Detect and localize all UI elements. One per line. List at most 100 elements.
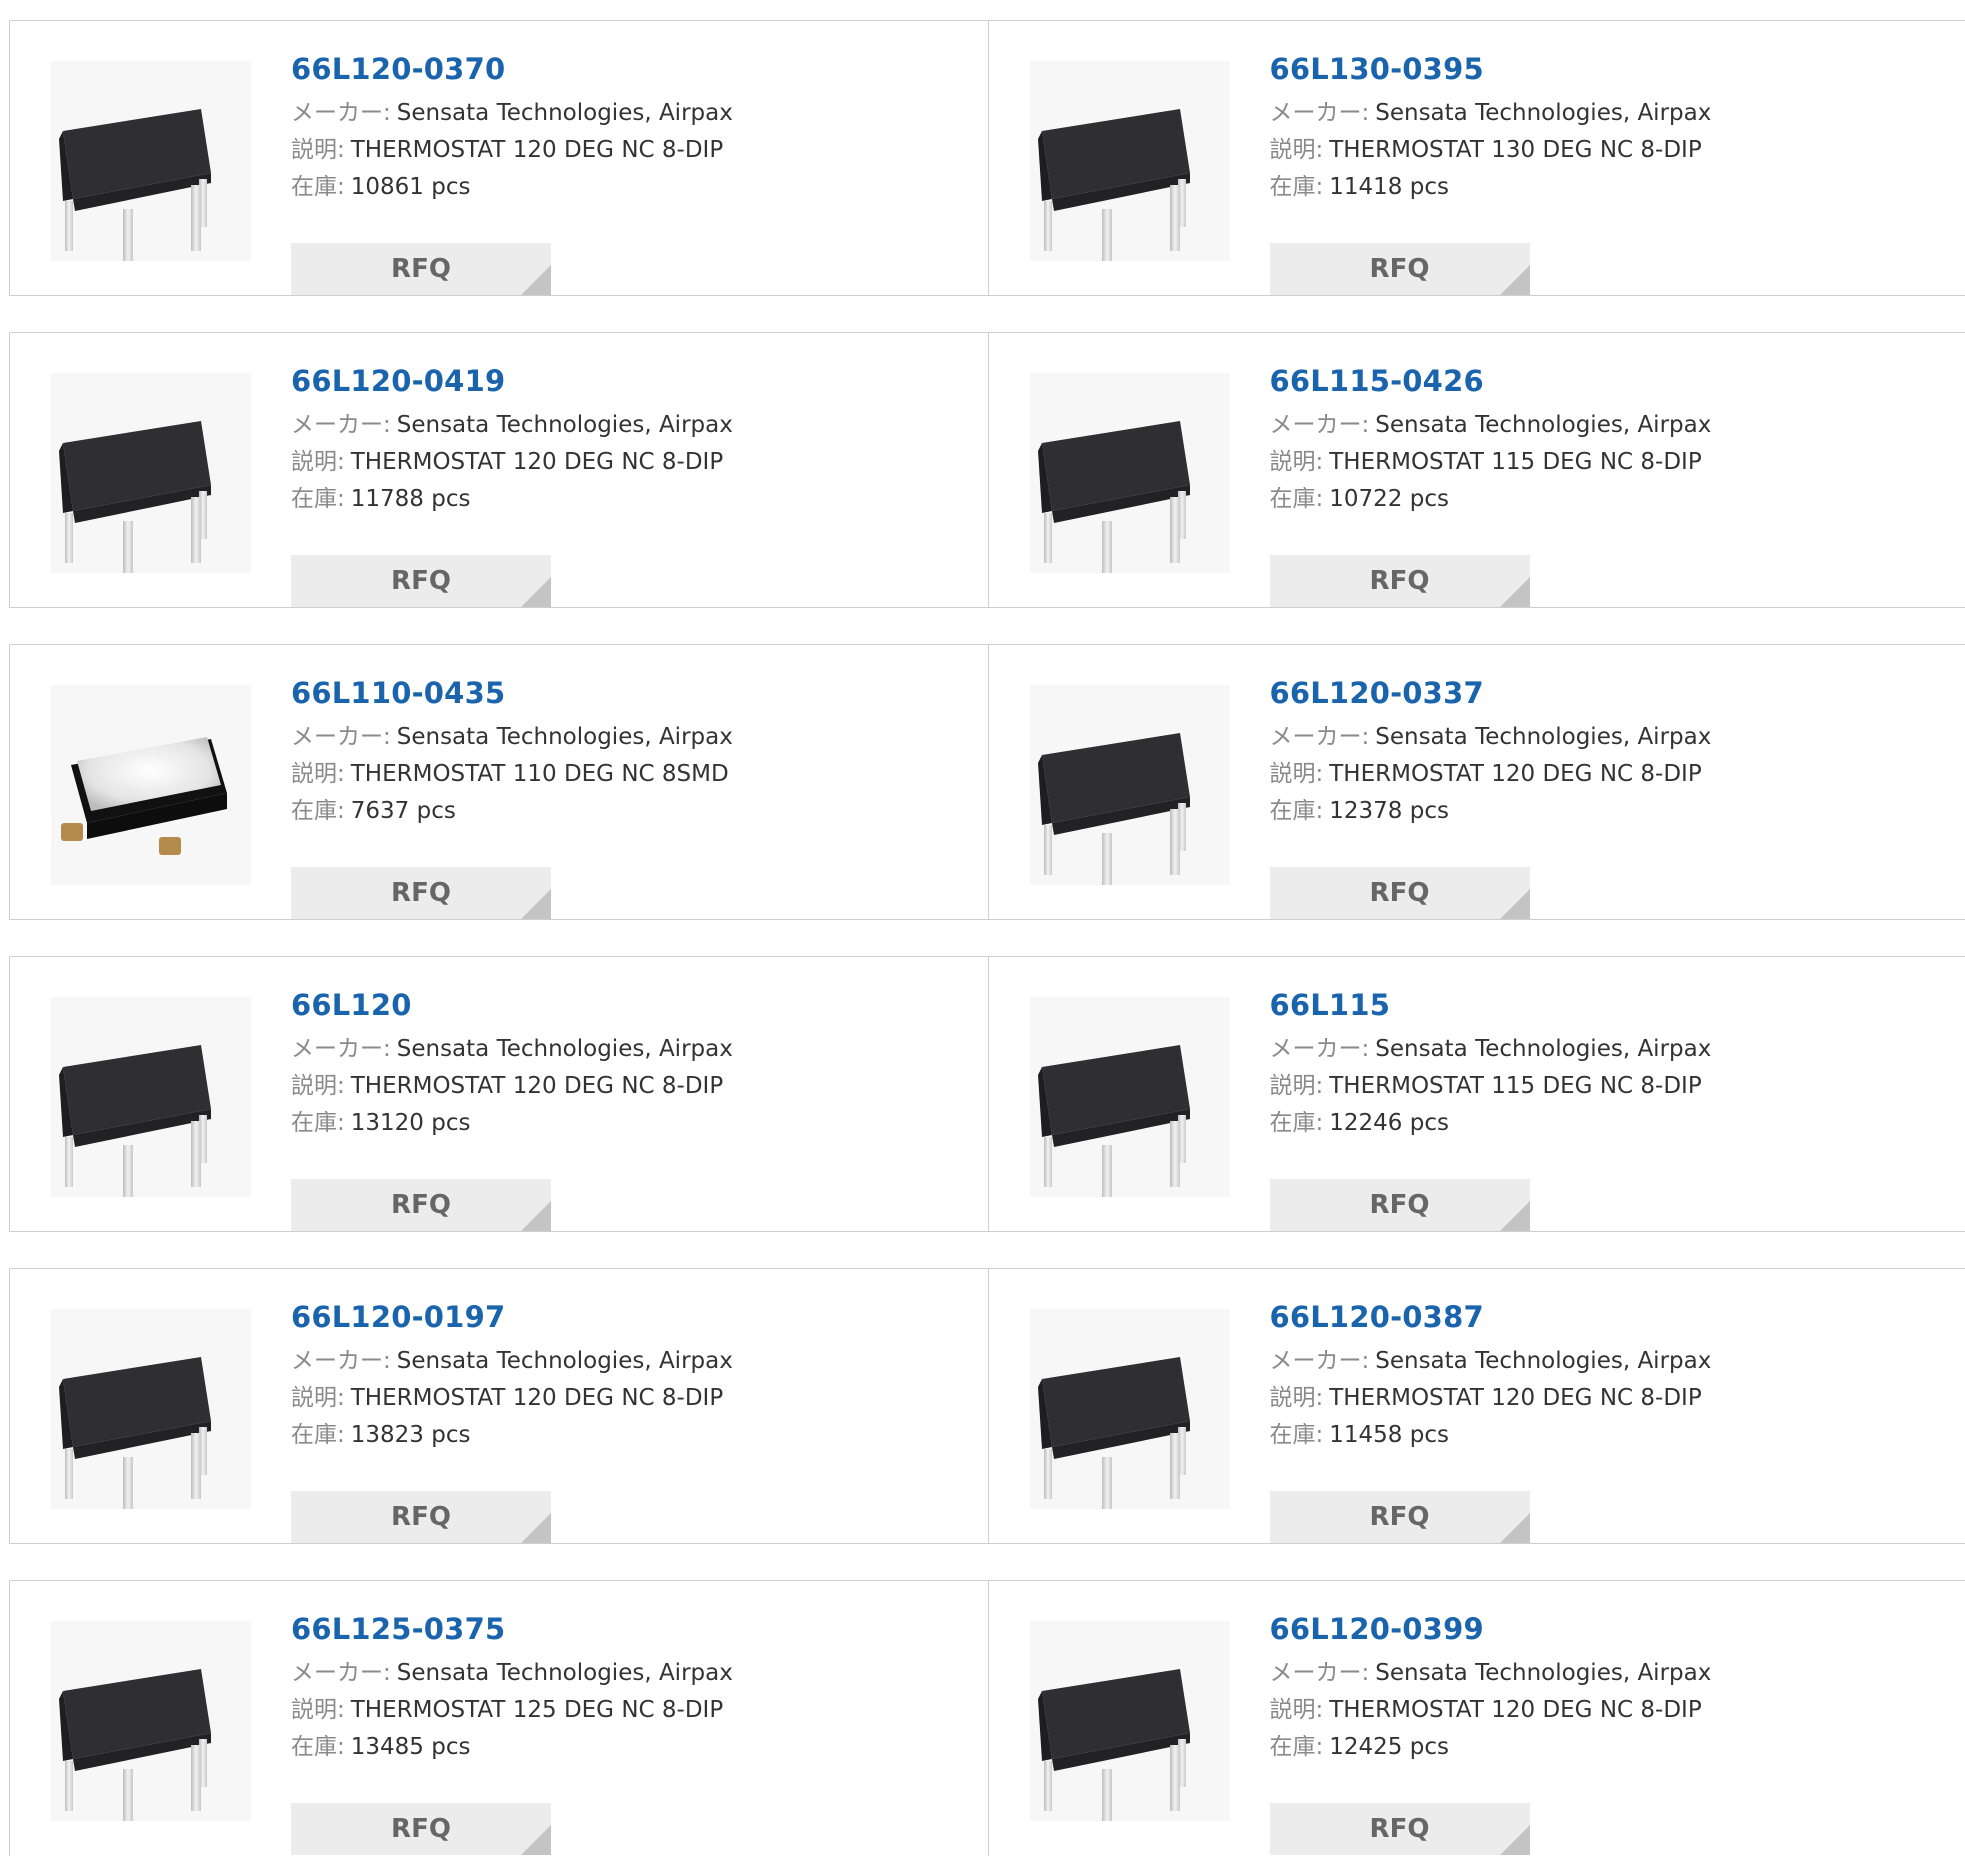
product-image[interactable]	[51, 1621, 251, 1821]
stock-label: 在庫:	[291, 486, 345, 512]
maker-label: メーカー:	[291, 724, 391, 750]
part-number-link[interactable]: 66L120-0370	[291, 51, 951, 87]
product-image[interactable]	[51, 1309, 251, 1509]
stock-label: 在庫:	[291, 1110, 345, 1136]
stock-label: 在庫:	[1270, 798, 1324, 824]
dip-thermostat-icon	[51, 373, 251, 573]
description-row: 説明:THERMOSTAT 125 DEG NC 8-DIP	[291, 1692, 951, 1729]
rfq-label: RFQ	[391, 1190, 451, 1220]
maker-value: Sensata Technologies, Airpax	[397, 100, 733, 126]
maker-row: メーカー:Sensata Technologies, Airpax	[291, 1655, 951, 1692]
maker-value: Sensata Technologies, Airpax	[397, 1348, 733, 1374]
maker-row: メーカー:Sensata Technologies, Airpax	[1270, 719, 1930, 756]
stock-value: 11458 pcs	[1329, 1422, 1449, 1448]
stock-row: 在庫:13120 pcs	[291, 1105, 951, 1142]
product-card: 66L130-0395 メーカー:Sensata Technologies, A…	[988, 21, 1965, 295]
maker-row: メーカー:Sensata Technologies, Airpax	[291, 407, 951, 444]
part-number-link[interactable]: 66L120	[291, 987, 951, 1023]
rfq-button[interactable]: RFQ	[1270, 1179, 1530, 1231]
dip-thermostat-icon	[51, 997, 251, 1197]
corner-triangle-icon	[1500, 1201, 1530, 1231]
corner-triangle-icon	[1500, 1513, 1530, 1543]
product-image[interactable]	[1030, 1621, 1230, 1821]
maker-label: メーカー:	[291, 100, 391, 126]
dip-thermostat-icon	[1030, 685, 1230, 885]
product-image[interactable]	[51, 997, 251, 1197]
description-label: 説明:	[291, 449, 345, 475]
maker-value: Sensata Technologies, Airpax	[1375, 100, 1711, 126]
description-row: 説明:THERMOSTAT 130 DEG NC 8-DIP	[1270, 132, 1930, 169]
maker-value: Sensata Technologies, Airpax	[397, 1660, 733, 1686]
dip-thermostat-icon	[51, 1621, 251, 1821]
rfq-button[interactable]: RFQ	[291, 1803, 551, 1855]
rfq-button[interactable]: RFQ	[1270, 243, 1530, 295]
product-row: 66L120-0419 メーカー:Sensata Technologies, A…	[9, 332, 1965, 608]
description-label: 説明:	[291, 1073, 345, 1099]
rfq-button[interactable]: RFQ	[291, 1179, 551, 1231]
maker-row: メーカー:Sensata Technologies, Airpax	[291, 1343, 951, 1380]
part-number-link[interactable]: 66L120-0399	[1270, 1611, 1930, 1647]
stock-label: 在庫:	[1270, 1734, 1324, 1760]
part-number-link[interactable]: 66L120-0387	[1270, 1299, 1930, 1335]
maker-row: メーカー:Sensata Technologies, Airpax	[1270, 1655, 1930, 1692]
part-number-link[interactable]: 66L130-0395	[1270, 51, 1930, 87]
description-row: 説明:THERMOSTAT 120 DEG NC 8-DIP	[291, 444, 951, 481]
rfq-label: RFQ	[391, 566, 451, 596]
product-info: 66L115-0426 メーカー:Sensata Technologies, A…	[1270, 363, 1930, 518]
rfq-button[interactable]: RFQ	[291, 867, 551, 919]
product-row: 66L120-0370 メーカー:Sensata Technologies, A…	[9, 20, 1965, 296]
product-image[interactable]	[1030, 997, 1230, 1197]
product-image[interactable]	[51, 61, 251, 261]
stock-label: 在庫:	[291, 174, 345, 200]
description-row: 説明:THERMOSTAT 110 DEG NC 8SMD	[291, 756, 951, 793]
description-label: 説明:	[1270, 1385, 1324, 1411]
product-info: 66L120-0419 メーカー:Sensata Technologies, A…	[291, 363, 951, 518]
part-number-link[interactable]: 66L125-0375	[291, 1611, 951, 1647]
rfq-label: RFQ	[1370, 1190, 1430, 1220]
rfq-label: RFQ	[391, 254, 451, 284]
description-row: 説明:THERMOSTAT 120 DEG NC 8-DIP	[291, 1068, 951, 1105]
part-number-link[interactable]: 66L120-0337	[1270, 675, 1930, 711]
maker-label: メーカー:	[1270, 412, 1370, 438]
product-row: 66L120-0197 メーカー:Sensata Technologies, A…	[9, 1268, 1965, 1544]
part-number-link[interactable]: 66L120-0197	[291, 1299, 951, 1335]
maker-row: メーカー:Sensata Technologies, Airpax	[1270, 1343, 1930, 1380]
description-value: THERMOSTAT 120 DEG NC 8-DIP	[351, 449, 723, 475]
rfq-button[interactable]: RFQ	[1270, 555, 1530, 607]
part-number-link[interactable]: 66L115-0426	[1270, 363, 1930, 399]
rfq-button[interactable]: RFQ	[291, 243, 551, 295]
description-label: 説明:	[291, 761, 345, 787]
dip-thermostat-icon	[1030, 1309, 1230, 1509]
rfq-button[interactable]: RFQ	[1270, 867, 1530, 919]
rfq-button[interactable]: RFQ	[1270, 1803, 1530, 1855]
maker-row: メーカー:Sensata Technologies, Airpax	[1270, 1031, 1930, 1068]
part-number-link[interactable]: 66L110-0435	[291, 675, 951, 711]
maker-value: Sensata Technologies, Airpax	[397, 412, 733, 438]
product-image[interactable]	[1030, 1309, 1230, 1509]
rfq-button[interactable]: RFQ	[1270, 1491, 1530, 1543]
product-card: 66L115-0426 メーカー:Sensata Technologies, A…	[988, 333, 1965, 607]
description-label: 説明:	[1270, 1073, 1324, 1099]
stock-row: 在庫:11458 pcs	[1270, 1417, 1930, 1454]
maker-label: メーカー:	[291, 412, 391, 438]
product-image[interactable]	[51, 685, 251, 885]
description-row: 説明:THERMOSTAT 120 DEG NC 8-DIP	[1270, 756, 1930, 793]
rfq-button[interactable]: RFQ	[291, 555, 551, 607]
rfq-button[interactable]: RFQ	[291, 1491, 551, 1543]
product-card: 66L120-0399 メーカー:Sensata Technologies, A…	[988, 1581, 1965, 1856]
description-row: 説明:THERMOSTAT 120 DEG NC 8-DIP	[1270, 1380, 1930, 1417]
stock-row: 在庫:13823 pcs	[291, 1417, 951, 1454]
part-number-link[interactable]: 66L115	[1270, 987, 1930, 1023]
product-image[interactable]	[1030, 685, 1230, 885]
stock-value: 7637 pcs	[351, 798, 456, 824]
product-image[interactable]	[1030, 61, 1230, 261]
stock-label: 在庫:	[291, 1422, 345, 1448]
product-image[interactable]	[1030, 373, 1230, 573]
description-label: 説明:	[291, 1697, 345, 1723]
product-info: 66L115 メーカー:Sensata Technologies, Airpax…	[1270, 987, 1930, 1142]
product-row: 66L110-0435 メーカー:Sensata Technologies, A…	[9, 644, 1965, 920]
product-grid: 66L120-0370 メーカー:Sensata Technologies, A…	[9, 20, 1965, 1856]
dip-thermostat-icon	[1030, 373, 1230, 573]
part-number-link[interactable]: 66L120-0419	[291, 363, 951, 399]
product-image[interactable]	[51, 373, 251, 573]
